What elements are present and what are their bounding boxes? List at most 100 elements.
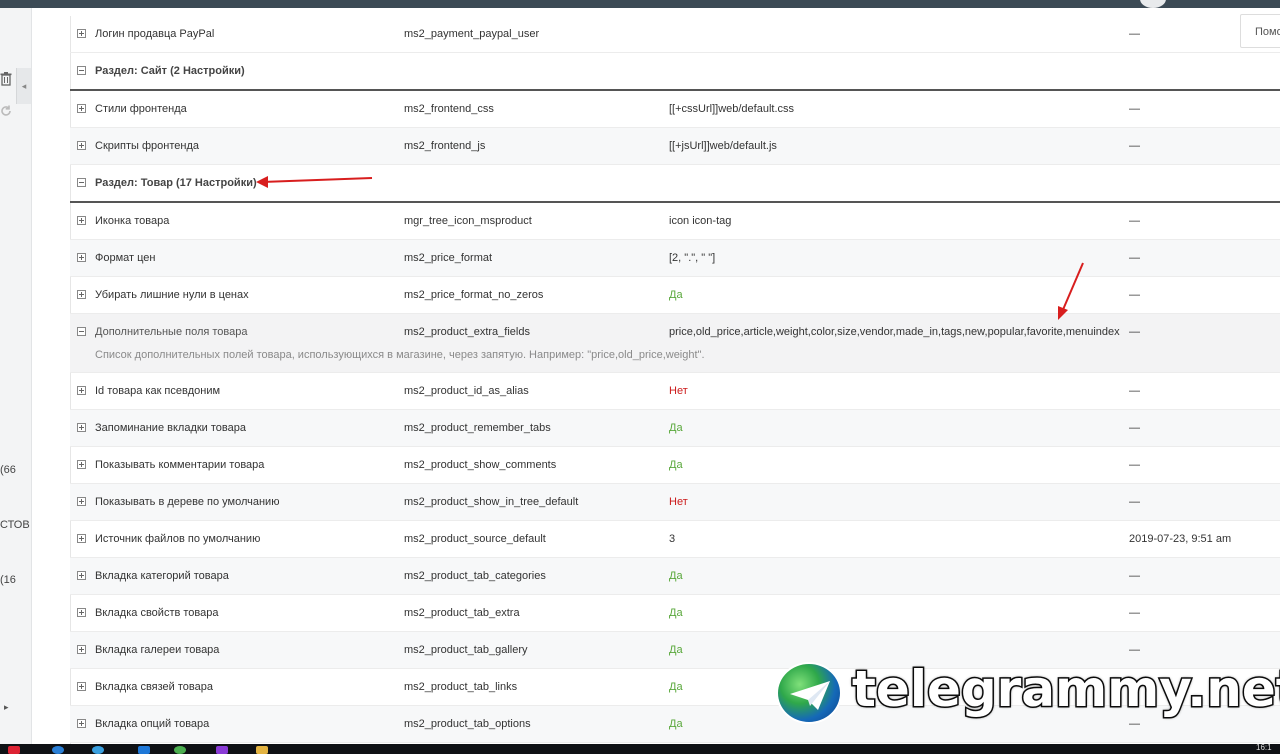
setting-name: Стили фронтенда xyxy=(95,103,187,115)
sidebar-collapse-handle[interactable]: ◂ xyxy=(16,68,31,104)
plus-square-icon[interactable] xyxy=(77,497,86,506)
setting-name: Показывать в дереве по умолчанию xyxy=(95,496,280,508)
taskbar-app-icon[interactable] xyxy=(92,746,104,754)
setting-row[interactable]: Скрипты фронтенда ms2_frontend_js [[+jsUrl… xyxy=(70,128,1280,165)
setting-value[interactable]: Да xyxy=(669,644,683,656)
setting-row[interactable]: Показывать в дереве по умолчанию ms2_prod… xyxy=(70,484,1280,521)
setting-row[interactable]: Формат цен ms2_price_format [2, ".", " "] — xyxy=(70,240,1280,277)
group-row[interactable]: Раздел: Сайт (2 Настройки) xyxy=(70,53,1280,91)
setting-row[interactable]: Вкладка свойств товара ms2_product_tab_ex… xyxy=(70,595,1280,632)
setting-key: ms2_product_tab_links xyxy=(404,681,518,693)
group-row[interactable]: Раздел: Товар (17 Настройки) xyxy=(70,165,1280,203)
setting-date: — xyxy=(1129,215,1140,227)
scroll-right-arrow-icon[interactable]: ▸ xyxy=(4,702,16,714)
settings-rows: Логин продавца PayPal ms2_payment_paypal_… xyxy=(70,16,1280,743)
setting-date: — xyxy=(1129,459,1140,471)
taskbar-app-icon[interactable] xyxy=(216,746,228,754)
minus-square-icon[interactable] xyxy=(77,327,86,336)
plus-square-icon[interactable] xyxy=(77,290,86,299)
plus-square-icon[interactable] xyxy=(77,682,86,691)
setting-row[interactable]: Иконка товара mgr_tree_icon_msproduct icon… xyxy=(70,203,1280,240)
setting-value[interactable]: 3 xyxy=(669,533,675,545)
setting-name: Дополнительные поля товара xyxy=(95,326,248,338)
setting-key: mgr_tree_icon_msproduct xyxy=(404,215,532,227)
setting-row[interactable]: Id товара как псевдоним ms2_product_id_as… xyxy=(70,373,1280,410)
setting-name: Вкладка категорий товара xyxy=(95,570,229,582)
sidebar-text-1[interactable]: (66 xyxy=(0,464,16,476)
plus-square-icon[interactable] xyxy=(77,645,86,654)
setting-value[interactable]: [2, ".", " "] xyxy=(669,252,715,264)
plus-square-icon[interactable] xyxy=(77,216,86,225)
globe-logo-icon xyxy=(776,662,842,724)
setting-date: — xyxy=(1129,644,1140,656)
setting-name: Показывать комментарии товара xyxy=(95,459,265,471)
minus-square-icon[interactable] xyxy=(77,66,86,75)
setting-value[interactable]: [[+jsUrl]]web/default.js xyxy=(669,140,777,152)
setting-value[interactable]: price,old_price,article,weight,color,siz… xyxy=(669,326,1120,338)
taskbar-app-icon[interactable] xyxy=(256,746,268,754)
setting-key: ms2_product_tab_options xyxy=(404,718,531,730)
plus-square-icon[interactable] xyxy=(77,423,86,432)
plus-square-icon[interactable] xyxy=(77,104,86,113)
setting-name: Вкладка опций товара xyxy=(95,718,210,730)
setting-value[interactable]: Да xyxy=(669,422,683,434)
taskbar-clock: 16:1 xyxy=(1256,743,1272,752)
setting-date: — xyxy=(1129,496,1140,508)
setting-value[interactable]: Да xyxy=(669,607,683,619)
setting-key: ms2_product_tab_categories xyxy=(404,570,546,582)
setting-key: ms2_frontend_css xyxy=(404,103,494,115)
plus-square-icon[interactable] xyxy=(77,460,86,469)
setting-name: Вкладка свойств товара xyxy=(95,607,219,619)
setting-row[interactable]: Логин продавца PayPal ms2_payment_paypal_… xyxy=(70,16,1280,53)
setting-key: ms2_product_source_default xyxy=(404,533,546,545)
trash-icon[interactable] xyxy=(0,72,12,89)
setting-key: ms2_product_remember_tabs xyxy=(404,422,551,434)
taskbar-app-icon[interactable] xyxy=(8,746,20,754)
setting-value[interactable]: Да xyxy=(669,289,683,301)
setting-key: ms2_price_format xyxy=(404,252,493,264)
taskbar-app-icon[interactable] xyxy=(52,746,64,754)
setting-key: ms2_frontend_js xyxy=(404,140,486,152)
setting-row[interactable]: Вкладка категорий товара ms2_product_tab_… xyxy=(70,558,1280,595)
setting-row[interactable]: Показывать комментарии товара ms2_product… xyxy=(70,447,1280,484)
setting-value[interactable]: Да xyxy=(669,681,683,693)
setting-name: Скрипты фронтенда xyxy=(95,140,199,152)
setting-row[interactable]: Запоминание вкладки товара ms2_product_re… xyxy=(70,410,1280,447)
sidebar-text-3[interactable]: (16 xyxy=(0,574,16,586)
setting-value[interactable]: Да xyxy=(669,459,683,471)
plus-square-icon[interactable] xyxy=(77,571,86,580)
sidebar-text-2[interactable]: СТОВ xyxy=(0,519,30,531)
plus-square-icon[interactable] xyxy=(77,141,86,150)
setting-value[interactable]: Нет xyxy=(669,385,688,397)
setting-description: Список дополнительных полей товара, испо… xyxy=(95,349,705,361)
setting-key: ms2_price_format_no_zeros xyxy=(404,289,544,301)
plus-square-icon[interactable] xyxy=(77,608,86,617)
setting-date: — xyxy=(1129,422,1140,434)
setting-date: — xyxy=(1129,607,1140,619)
taskbar-app-icon[interactable] xyxy=(174,746,186,754)
setting-row[interactable]: Убирать лишние нули в ценах ms2_price_for… xyxy=(70,277,1280,314)
setting-date: — xyxy=(1129,140,1140,152)
minus-square-icon[interactable] xyxy=(77,178,86,187)
setting-value[interactable]: [[+cssUrl]]web/default.css xyxy=(669,103,794,115)
setting-row[interactable]: Стили фронтенда ms2_frontend_css [[+cssUrl… xyxy=(70,91,1280,128)
plus-square-icon[interactable] xyxy=(77,253,86,262)
user-avatar[interactable] xyxy=(1140,0,1166,8)
setting-row[interactable]: Дополнительные поля товара ms2_product_ex… xyxy=(70,314,1280,373)
setting-row[interactable]: Источник файлов по умолчанию ms2_product_… xyxy=(70,521,1280,558)
plus-square-icon[interactable] xyxy=(77,719,86,728)
plus-square-icon[interactable] xyxy=(77,534,86,543)
taskbar-app-icon[interactable] xyxy=(138,746,150,754)
plus-square-icon[interactable] xyxy=(77,29,86,38)
setting-value[interactable]: Да xyxy=(669,570,683,582)
setting-name: Убирать лишние нули в ценах xyxy=(95,289,249,301)
refresh-icon[interactable] xyxy=(0,104,12,121)
setting-name: Запоминание вкладки товара xyxy=(95,422,246,434)
setting-value[interactable]: Нет xyxy=(669,496,688,508)
setting-date: — xyxy=(1129,28,1140,40)
setting-value[interactable]: Да xyxy=(669,718,683,730)
setting-date: — xyxy=(1129,385,1140,397)
help-button[interactable]: Помо xyxy=(1240,14,1280,48)
setting-value[interactable]: icon icon-tag xyxy=(669,215,731,227)
plus-square-icon[interactable] xyxy=(77,386,86,395)
